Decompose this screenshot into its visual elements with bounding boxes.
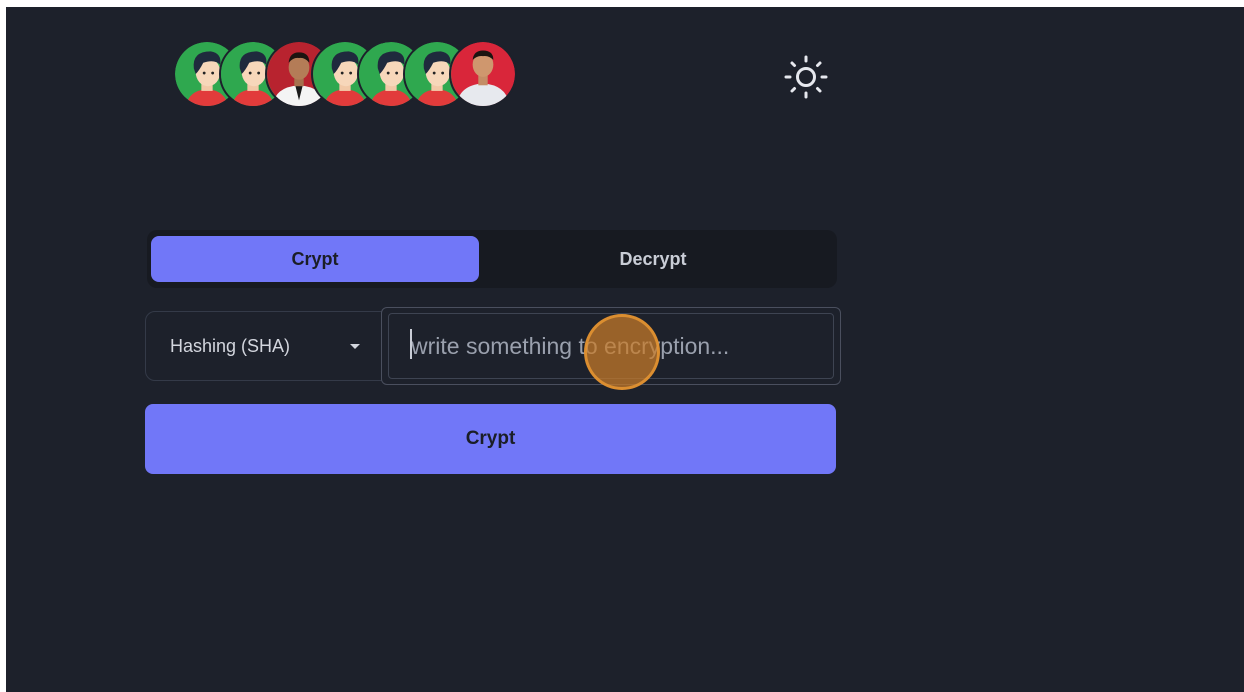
text-cursor (410, 329, 412, 359)
theme-toggle-button[interactable] (780, 51, 832, 103)
tab-crypt[interactable]: Crypt (151, 236, 479, 282)
algorithm-select[interactable]: Hashing (SHA) (145, 311, 382, 381)
crypt-submit-button[interactable]: Crypt (145, 404, 836, 474)
sun-icon (784, 55, 828, 99)
algorithm-select-value: Hashing (SHA) (170, 335, 291, 356)
photo-avatar-shirt-icon (451, 42, 515, 106)
text-input-wrapper (381, 307, 841, 385)
mode-tabs: Crypt Decrypt (147, 230, 837, 288)
app-window: Crypt Decrypt Hashing (SHA) Crypt (6, 7, 1244, 692)
caret-down-icon (350, 344, 360, 349)
encryption-text-input[interactable] (388, 313, 834, 379)
avatar-photo-2[interactable] (449, 40, 517, 108)
tab-decrypt[interactable]: Decrypt (489, 236, 817, 282)
